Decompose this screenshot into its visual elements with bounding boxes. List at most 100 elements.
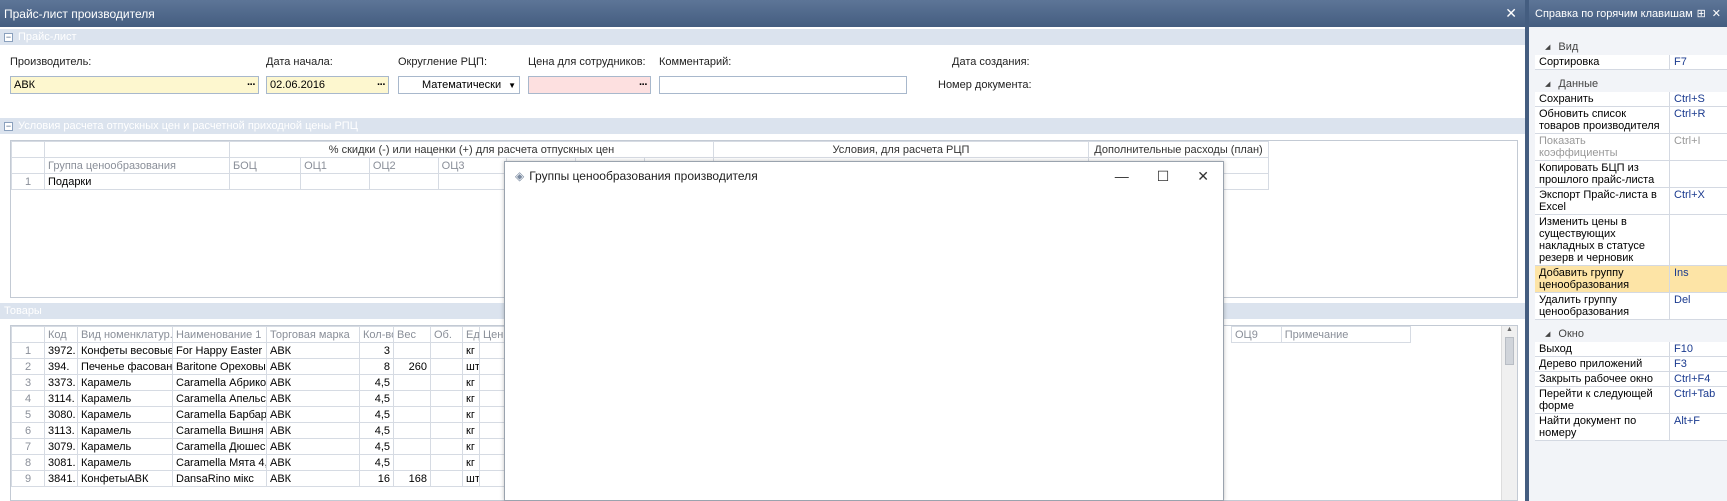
table-cell[interactable]: Caramella Абрико [172, 374, 267, 391]
table-cell[interactable] [430, 358, 463, 375]
table-cell[interactable] [393, 374, 431, 391]
hotkey-item[interactable]: Добавить группу ценообразования Ins [1535, 266, 1727, 293]
table-cell[interactable] [430, 454, 463, 471]
hotkey-item[interactable]: Сохранить Ctrl+S [1535, 92, 1727, 107]
col-oc3[interactable]: ОЦ3 [437, 157, 508, 174]
table-cell[interactable]: шт [462, 470, 480, 487]
table-cell[interactable]: кг [462, 422, 480, 439]
table-cell[interactable]: АВК [266, 454, 360, 471]
ellipsis-button[interactable]: ··· [247, 79, 256, 91]
table-row[interactable]: 7 3079. Карамель Caramella Дюшес АВК 4,5 кг [11, 438, 509, 455]
close-icon[interactable]: ✕ [1197, 168, 1209, 185]
table-cell[interactable]: кг [462, 390, 480, 407]
col-oc2[interactable]: ОЦ2 [368, 157, 439, 174]
hotkey-item[interactable]: Найти документ по номеру Alt+F [1535, 414, 1727, 441]
hotkey-item[interactable]: Показать коэффициенты Ctrl+I [1535, 134, 1727, 161]
col-qty[interactable]: Кол-во [359, 326, 394, 343]
table-cell[interactable]: АВК [266, 406, 360, 423]
table-cell[interactable]: АВК [266, 390, 360, 407]
table-cell[interactable]: 3081. [44, 454, 78, 471]
hotkey-group[interactable]: ◢ Данные [1535, 70, 1727, 92]
col-code[interactable]: Код [44, 326, 78, 343]
table-cell[interactable]: кг [462, 438, 480, 455]
hotkey-item[interactable]: Копировать БЦП из прошлого прайс-листа [1535, 161, 1727, 188]
table-row[interactable]: 5 3080. Карамель Caramella Барбарі АВК 4,5 кг [11, 406, 509, 423]
collapse-triangle-icon[interactable]: ◢ [1545, 43, 1550, 51]
table-cell[interactable]: 260 [393, 358, 431, 375]
table-cell[interactable]: 3 [359, 342, 394, 359]
table-row[interactable]: 3 3373. Карамель Caramella Абрико АВК 4,5 кг [11, 374, 509, 391]
table-cell[interactable]: 8 [359, 358, 394, 375]
col-group[interactable]: Группа ценообразования [44, 157, 230, 174]
col-name[interactable]: Наименование 1 [172, 326, 267, 343]
table-cell[interactable] [430, 342, 463, 359]
table-cell[interactable]: DansaRino мікс [172, 470, 267, 487]
maximize-icon[interactable]: ☐ [1157, 168, 1170, 185]
col-volume[interactable]: Об. [430, 326, 463, 343]
table-cell[interactable]: 4,5 [359, 438, 394, 455]
hotkey-item[interactable]: Перейти к следующей форме Ctrl+Tab [1535, 387, 1727, 414]
table-cell[interactable]: 3080. [44, 406, 78, 423]
table-cell[interactable] [393, 438, 431, 455]
table-cell[interactable]: Карамель [77, 422, 173, 439]
table-cell[interactable]: 3841. [44, 470, 78, 487]
table-cell[interactable]: 4,5 [359, 422, 394, 439]
hotkey-item[interactable]: Удалить группу ценообразования Del [1535, 293, 1727, 320]
table-cell[interactable]: 4,5 [359, 406, 394, 423]
start-date-field[interactable]: 02.06.2016 ··· [266, 76, 389, 94]
table-cell[interactable]: АВК [266, 438, 360, 455]
table-cell[interactable]: Caramella Мята 4, [172, 454, 267, 471]
table-cell[interactable]: 16 [359, 470, 394, 487]
col-oc9[interactable]: ОЦ9 [1231, 326, 1282, 343]
table-cell[interactable]: КонфетыАВК [77, 470, 173, 487]
hotkey-item[interactable]: Закрыть рабочее окно Ctrl+F4 [1535, 372, 1727, 387]
hotkey-item[interactable]: Обновить список товаров производителя Ctr… [1535, 107, 1727, 134]
rounding-select[interactable]: Математически ▼ [398, 76, 520, 94]
pin-icon[interactable]: ⊞ [1697, 7, 1706, 20]
col-kind[interactable]: Вид номенклатур. [77, 326, 173, 343]
table-cell[interactable] [393, 342, 431, 359]
collapse-triangle-icon[interactable]: ◢ [1545, 330, 1550, 338]
ellipsis-button[interactable]: ··· [377, 79, 386, 91]
vertical-scrollbar[interactable]: ▲ [1501, 326, 1517, 500]
producer-field[interactable]: АВК ··· [10, 76, 259, 94]
table-cell[interactable]: 4,5 [359, 390, 394, 407]
hotkey-group[interactable]: ◢ Вид [1535, 33, 1727, 55]
table-cell[interactable]: кг [462, 374, 480, 391]
table-cell[interactable]: шт [462, 358, 480, 375]
table-cell[interactable]: Caramella Вишня 4 [172, 422, 267, 439]
table-cell[interactable]: кг [462, 342, 480, 359]
employee-price-field[interactable]: ··· [528, 76, 651, 94]
comment-field[interactable] [659, 76, 907, 94]
col-weight[interactable]: Вес [393, 326, 431, 343]
table-cell[interactable]: кг [462, 454, 480, 471]
col-brand[interactable]: Торговая марка [266, 326, 360, 343]
table-cell[interactable] [430, 374, 463, 391]
hotkey-item[interactable]: Изменить цены в существующих накладных в… [1535, 215, 1727, 266]
table-cell[interactable] [393, 422, 431, 439]
table-cell[interactable] [430, 422, 463, 439]
hotkey-item[interactable]: Экспорт Прайс-листа в Excel Ctrl+X [1535, 188, 1727, 215]
hotkey-item[interactable]: Дерево приложений F3 [1535, 357, 1727, 372]
table-cell[interactable]: Печенье фасован [77, 358, 173, 375]
table-cell[interactable]: 4,5 [359, 374, 394, 391]
table-cell[interactable]: Карамель [77, 374, 173, 391]
close-icon[interactable]: ✕ [1505, 5, 1517, 22]
table-cell[interactable]: АВК [266, 470, 360, 487]
table-cell[interactable]: АВК [266, 358, 360, 375]
section-header-conditions[interactable]: − Условия расчета отпускных цен и расчет… [0, 118, 1525, 134]
table-cell[interactable]: кг [462, 406, 480, 423]
scrollbar-thumb[interactable] [1505, 337, 1514, 365]
table-cell[interactable]: Baritone Ореховы [172, 358, 267, 375]
table-cell[interactable]: 3114. [44, 390, 78, 407]
close-icon[interactable]: ✕ [1712, 7, 1721, 20]
col-boc[interactable]: БОЦ [228, 157, 302, 174]
table-cell[interactable] [393, 454, 431, 471]
table-cell[interactable]: For Happy Easter [172, 342, 267, 359]
table-row[interactable]: 4 3114. Карамель Caramella Апельс АВК 4,5 кг [11, 390, 509, 407]
table-cell[interactable] [430, 390, 463, 407]
table-cell[interactable]: АВК [266, 342, 360, 359]
hotkey-item[interactable]: Сортировка F7 [1535, 55, 1727, 70]
table-cell[interactable]: 3113. [44, 422, 78, 439]
table-cell[interactable] [393, 390, 431, 407]
